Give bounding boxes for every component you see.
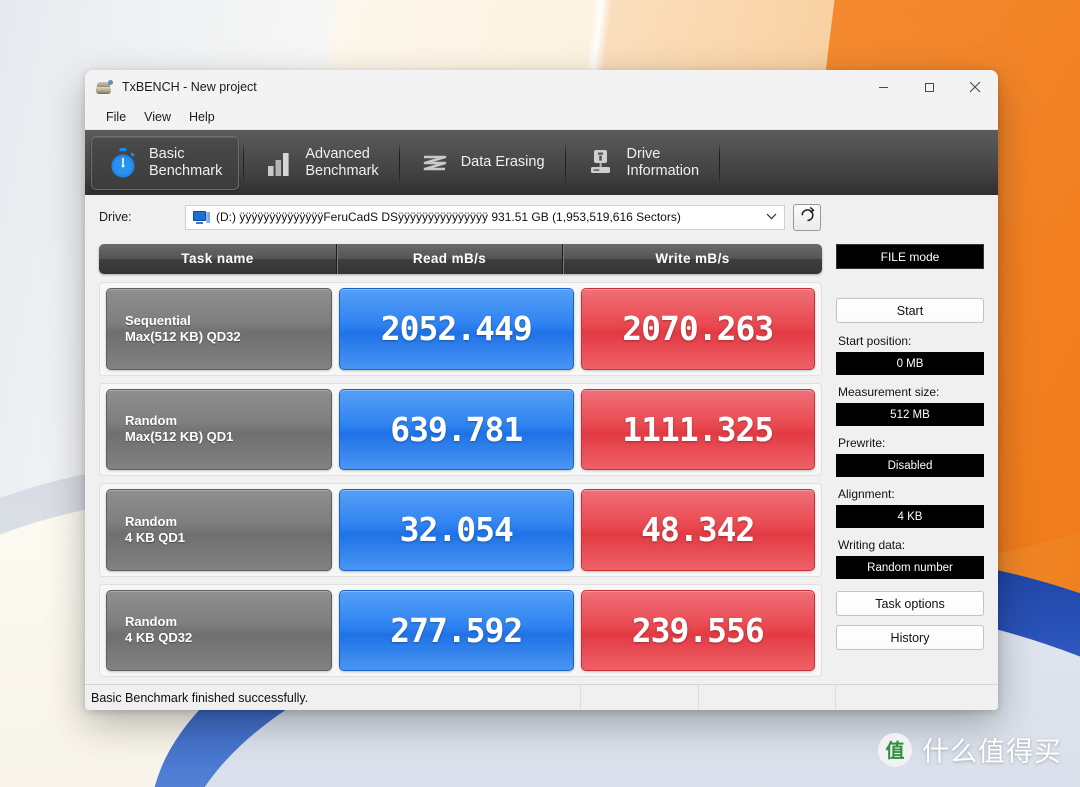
chevron-down-icon[interactable] [764,212,778,223]
smzdm-logo-icon: 值 [878,732,912,767]
tab-basic-benchmark[interactable]: Basic Benchmark [91,135,240,190]
window-titlebar[interactable]: TxBENCH - New project [85,70,998,104]
alignment-label: Alignment: [838,487,895,501]
column-header-task-name: Task name [181,251,254,266]
menu-bar: File View Help [85,104,998,130]
writing-data-label: Writing data: [838,538,906,552]
status-divider-2 [698,685,699,710]
drive-benchmark-icon [96,79,113,95]
main-content: Task name Read mB/s Write mB/s Sequentia… [85,239,998,684]
menu-item-file[interactable]: File [97,107,135,127]
task-name-primary: Sequential [125,312,191,328]
drive-label: Drive: [99,210,132,224]
drive-value: (D:) ÿÿÿÿÿÿÿÿÿÿÿÿÿÿFeruCadS DSÿÿÿÿÿÿÿÿÿÿ… [216,210,681,224]
file-mode-button[interactable]: FILE mode [836,244,984,269]
history-button[interactable]: History [836,625,984,650]
prewrite-value[interactable]: Disabled [836,454,984,477]
start-position-label: Start position: [838,334,912,348]
watermark: 值 什么值得买 [878,730,1062,769]
minimize-button[interactable] [860,70,906,104]
tab-separator-3 [564,140,566,185]
write-value-cell: 239.556 [580,589,815,671]
table-row: Random 4 KB QD32 277.592 239.556 [99,583,822,677]
tab-separator-2 [398,140,400,185]
tab-separator-1 [243,140,245,185]
column-header-read: Read mB/s [336,244,562,274]
task-name-primary: Random [125,413,177,428]
maximize-button[interactable] [906,70,952,104]
status-divider-1 [580,685,581,710]
window-title: TxBENCH - New project [122,80,257,94]
task-cell[interactable]: Random 4 KB QD1 [106,489,332,571]
task-name-primary: Random [125,513,177,529]
write-value-cell: 1111.325 [580,388,815,470]
table-row: Random Max(512 KB) QD1 639.781 1111.325 [99,382,822,476]
desktop-background: TxBENCH - New project File View Help Bas… [0,0,1080,787]
close-button[interactable] [952,70,998,104]
read-value-cell: 32.054 [339,489,574,571]
measurement-size-value[interactable]: 512 MB [836,403,984,426]
start-button[interactable]: Start [836,298,984,323]
alignment-value[interactable]: 4 KB [836,505,984,528]
table-row: Sequential Max(512 KB) QD32 2052.449 207… [99,282,822,376]
task-name-secondary: 4 KB QD1 [125,529,185,545]
tab-drive-information[interactable]: Drive Information [570,136,716,190]
menu-item-view[interactable]: View [135,107,180,127]
write-value: 2070.263 [622,309,774,349]
start-position-value[interactable]: 0 MB [836,352,984,375]
write-value: 48.342 [641,510,755,550]
task-cell[interactable]: Random Max(512 KB) QD1 [106,388,332,470]
write-value-cell: 2070.263 [580,288,815,370]
task-name-primary: Random [125,614,177,629]
read-value: 277.592 [390,610,523,650]
tab-label-data-erasing: Data Erasing [460,154,545,171]
refresh-icon [799,206,816,228]
task-name-secondary: Max(512 KB) QD1 [125,429,234,445]
bar-chart-icon [264,147,294,179]
status-message: Basic Benchmark finished successfully. [91,690,309,705]
options-sidebar: FILE mode Start Start position: 0 MB Mea… [836,239,984,684]
read-value: 639.781 [390,409,523,449]
task-cell[interactable]: Random 4 KB QD32 [106,589,332,671]
shred-wave-icon [420,147,450,179]
read-value: 32.054 [399,510,514,550]
task-cell[interactable]: Sequential Max(512 KB) QD32 [106,288,332,370]
drive-selector-row: Drive: (D:) ÿÿÿÿÿÿÿÿÿÿÿÿÿÿFeruCadS DSÿÿÿ… [85,195,998,239]
tab-data-erasing[interactable]: Data Erasing [404,136,561,190]
disk-drive-icon [193,210,210,224]
tab-advanced-benchmark[interactable]: Advanced Benchmark [248,136,394,190]
toolbar-tabs: Basic Benchmark Advanced Benchmark Data … [85,130,998,195]
read-value-cell: 639.781 [339,388,574,470]
write-value: 1111.325 [622,409,774,449]
table-row: Random 4 KB QD1 32.054 48.342 [99,483,822,577]
menu-item-help[interactable]: Help [180,107,224,127]
column-header-write: Write mB/s [562,244,822,274]
tab-label-advanced-benchmark: Advanced Benchmark [305,145,379,179]
write-value: 239.556 [631,610,765,650]
status-divider-3 [835,685,836,710]
read-value: 2052.449 [380,309,533,349]
tab-label-basic-benchmark: Basic Benchmark [149,145,223,179]
drive-info-icon [586,147,616,179]
read-value-cell: 277.592 [339,589,574,671]
drive-combobox[interactable]: (D:) ÿÿÿÿÿÿÿÿÿÿÿÿÿÿFeruCadS DSÿÿÿÿÿÿÿÿÿÿ… [185,204,785,230]
task-name-secondary: 4 KB QD32 [125,630,193,646]
status-bar: Basic Benchmark finished successfully. [85,684,998,710]
tab-label-drive-information: Drive Information [626,145,700,179]
prewrite-label: Prewrite: [838,436,886,450]
txbench-window: TxBENCH - New project File View Help Bas… [85,70,998,710]
stopwatch-icon [108,147,138,179]
read-value-cell: 2052.449 [339,288,574,370]
tab-separator-4 [719,140,721,185]
write-value-cell: 48.342 [580,489,815,571]
refresh-button[interactable] [793,203,821,231]
results-panel: Task name Read mB/s Write mB/s Sequentia… [99,239,836,684]
measurement-size-label: Measurement size: [838,385,940,399]
task-name-secondary: Max(512 KB) QD32 [125,328,241,344]
watermark-text: 什么值得买 [922,737,1062,768]
writing-data-value[interactable]: Random number [836,556,984,579]
task-options-button[interactable]: Task options [836,591,984,616]
results-table-header: Task name Read mB/s Write mB/s [99,244,822,274]
